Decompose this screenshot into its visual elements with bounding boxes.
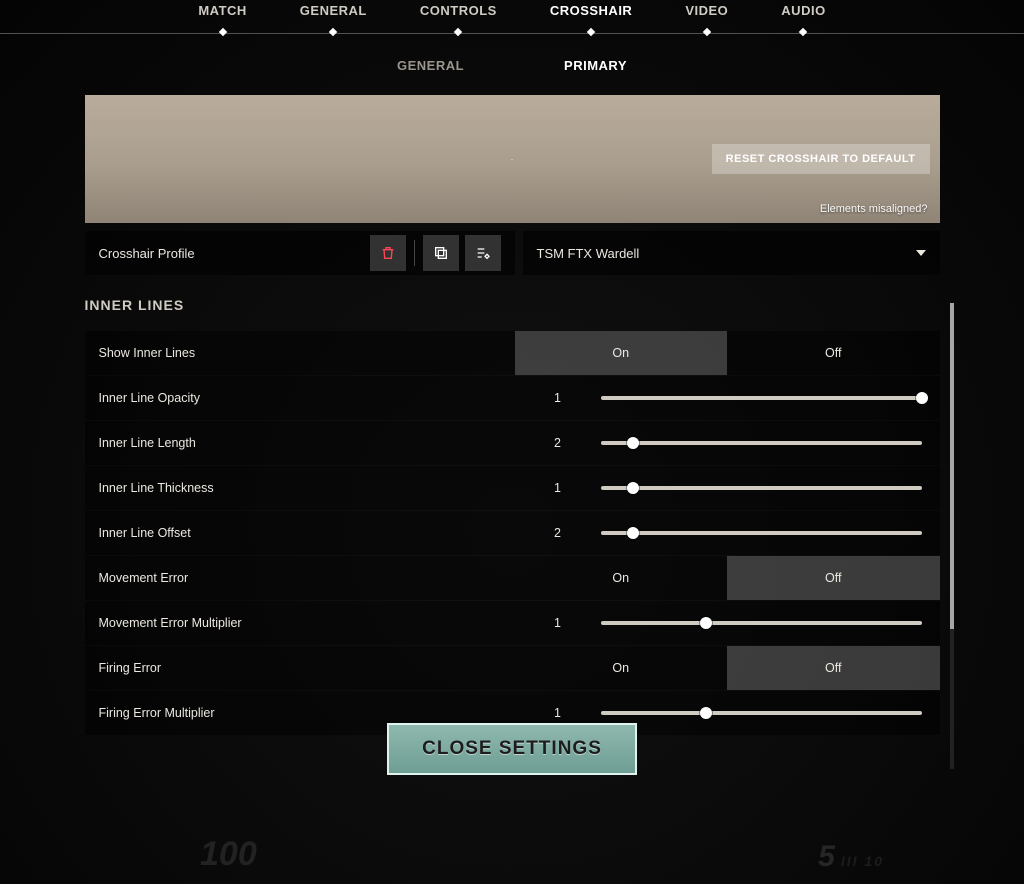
setting-control: OnOff xyxy=(515,646,940,690)
setting-row: Inner Line Thickness1 xyxy=(85,466,940,510)
diamond-icon xyxy=(218,28,226,36)
toggle-off[interactable]: Off xyxy=(727,556,940,600)
icon-separator xyxy=(414,240,415,266)
toggle-off[interactable]: Off xyxy=(727,646,940,690)
crosshair-profile-label: Crosshair Profile xyxy=(99,246,195,261)
slider-value[interactable]: 2 xyxy=(515,511,601,555)
setting-label: Movement Error Multiplier xyxy=(85,601,515,645)
slider-knob[interactable] xyxy=(627,527,639,539)
setting-row: Show Inner LinesOnOff xyxy=(85,331,940,375)
top-tab-controls[interactable]: CONTROLS xyxy=(416,3,501,28)
sub-tabs: GENERAL PRIMARY xyxy=(0,58,1024,73)
hud-hp: 100 xyxy=(200,835,257,874)
setting-label: Movement Error xyxy=(85,556,515,600)
slider-track-area[interactable] xyxy=(601,511,940,555)
setting-control: 1 xyxy=(515,466,940,510)
trash-icon xyxy=(380,245,396,261)
slider-track-area[interactable] xyxy=(601,376,940,420)
setting-row: Firing ErrorOnOff xyxy=(85,646,940,690)
setting-control: 1 xyxy=(515,601,940,645)
slider: 2 xyxy=(515,511,940,555)
close-settings-button[interactable]: CLOSE SETTINGS xyxy=(387,723,637,775)
top-tab-video[interactable]: VIDEO xyxy=(681,3,732,28)
slider-knob[interactable] xyxy=(916,392,928,404)
slider-track xyxy=(601,486,922,490)
diamond-icon xyxy=(454,28,462,36)
setting-control: OnOff xyxy=(515,331,940,375)
profile-select[interactable]: TSM FTX Wardell xyxy=(523,231,940,275)
hud-ammo: 5III 10 xyxy=(818,840,884,874)
edit-list-icon xyxy=(475,245,491,261)
slider-track xyxy=(601,531,922,535)
setting-control: OnOff xyxy=(515,556,940,600)
setting-label: Show Inner Lines xyxy=(85,331,515,375)
slider-knob[interactable] xyxy=(700,707,712,719)
crosshair-preview: ∙ RESET CROSSHAIR TO DEFAULT Elements mi… xyxy=(85,95,940,223)
setting-label: Firing Error xyxy=(85,646,515,690)
top-tabs: MATCH GENERAL CONTROLS CROSSHAIR VIDEO AUDIO xyxy=(0,0,1024,28)
setting-row: Inner Line Offset2 xyxy=(85,511,940,555)
chevron-down-icon xyxy=(916,250,926,256)
slider-track-area[interactable] xyxy=(601,691,940,735)
sub-tab-primary[interactable]: PRIMARY xyxy=(564,58,627,73)
slider-value[interactable]: 1 xyxy=(515,601,601,645)
sub-tab-general[interactable]: GENERAL xyxy=(397,58,464,73)
setting-label: Inner Line Offset xyxy=(85,511,515,555)
crosshair-icon: ∙ xyxy=(511,155,513,164)
slider-track-area[interactable] xyxy=(601,421,940,465)
setting-control: 2 xyxy=(515,511,940,555)
slider-knob[interactable] xyxy=(627,437,639,449)
slider: 2 xyxy=(515,421,940,465)
profile-copy-button[interactable] xyxy=(423,235,459,271)
slider-knob[interactable] xyxy=(700,617,712,629)
slider-value[interactable]: 1 xyxy=(515,376,601,420)
section-title-inner-lines: INNER LINES xyxy=(85,297,940,313)
top-tab-match[interactable]: MATCH xyxy=(194,3,250,28)
setting-row: Movement ErrorOnOff xyxy=(85,556,940,600)
slider-track xyxy=(601,441,922,445)
toggle: OnOff xyxy=(515,556,940,600)
top-tab-audio[interactable]: AUDIO xyxy=(777,3,829,28)
slider-track-area[interactable] xyxy=(601,601,940,645)
toggle-off[interactable]: Off xyxy=(727,331,940,375)
profile-selected-value: TSM FTX Wardell xyxy=(537,246,640,261)
slider-value[interactable]: 1 xyxy=(515,466,601,510)
setting-label: Inner Line Length xyxy=(85,421,515,465)
slider-value[interactable]: 2 xyxy=(515,421,601,465)
setting-control: 1 xyxy=(515,376,940,420)
toggle: OnOff xyxy=(515,331,940,375)
toggle-on[interactable]: On xyxy=(515,331,728,375)
scrollbar-thumb[interactable] xyxy=(950,303,954,629)
copy-icon xyxy=(433,245,449,261)
toggle-on[interactable]: On xyxy=(515,556,728,600)
setting-row: Inner Line Length2 xyxy=(85,421,940,465)
setting-row: Inner Line Opacity1 xyxy=(85,376,940,420)
profile-delete-button[interactable] xyxy=(370,235,406,271)
setting-row: Movement Error Multiplier1 xyxy=(85,601,940,645)
top-tab-general[interactable]: GENERAL xyxy=(296,3,371,28)
slider-track xyxy=(601,621,922,625)
slider: 1 xyxy=(515,466,940,510)
diamond-icon xyxy=(799,28,807,36)
scrollbar[interactable] xyxy=(950,303,954,769)
toggle-on[interactable]: On xyxy=(515,646,728,690)
misaligned-link[interactable]: Elements misaligned? xyxy=(820,203,928,215)
slider-knob[interactable] xyxy=(627,482,639,494)
toggle: OnOff xyxy=(515,646,940,690)
slider-track xyxy=(601,396,922,400)
diamond-icon xyxy=(703,28,711,36)
slider-track-area[interactable] xyxy=(601,466,940,510)
diamond-icon xyxy=(329,28,337,36)
top-tab-crosshair[interactable]: CROSSHAIR xyxy=(546,3,637,28)
profile-edit-button[interactable] xyxy=(465,235,501,271)
profile-label-box: Crosshair Profile xyxy=(85,231,515,275)
slider-track xyxy=(601,711,922,715)
reset-crosshair-button[interactable]: RESET CROSSHAIR TO DEFAULT xyxy=(712,144,930,174)
slider: 1 xyxy=(515,376,940,420)
slider: 1 xyxy=(515,601,940,645)
diamond-icon xyxy=(587,28,595,36)
setting-label: Inner Line Opacity xyxy=(85,376,515,420)
setting-label: Inner Line Thickness xyxy=(85,466,515,510)
setting-control: 2 xyxy=(515,421,940,465)
